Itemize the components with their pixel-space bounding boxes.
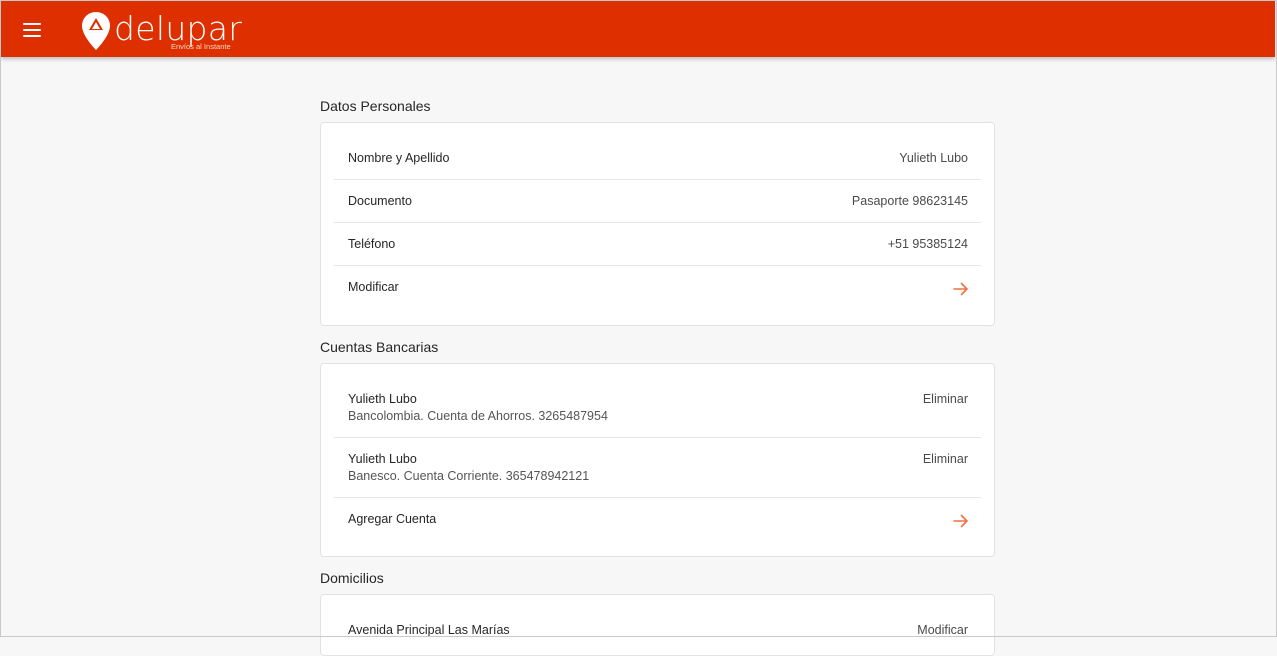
modify-address-button[interactable]: Modificar	[917, 623, 968, 637]
row-value: Yulieth Lubo	[899, 151, 968, 165]
personal-row-name: Nombre y Apellido Yulieth Lubo	[334, 137, 981, 180]
section-title-banks: Cuentas Bancarias	[320, 339, 439, 355]
address-row: Avenida Principal Las Marías Modificar	[334, 609, 981, 651]
top-app-bar: delupar Envíos al Instante	[1, 1, 1275, 57]
delete-account-button[interactable]: Eliminar	[923, 452, 968, 466]
row-label: Documento	[348, 194, 412, 208]
row-value: Pasaporte 98623145	[851, 194, 968, 208]
row-label: Teléfono	[348, 237, 396, 251]
arrow-right-icon[interactable]	[953, 281, 969, 297]
account-holder: Yulieth Lubo	[348, 452, 417, 466]
brand-tagline: Envíos al Instante	[171, 42, 231, 51]
personal-row-phone: Teléfono +51 95385124	[334, 223, 981, 266]
personal-row-document: Documento Pasaporte 98623145	[334, 180, 981, 223]
account-detail: Bancolombia. Cuenta de Ahorros. 32654879…	[348, 409, 608, 423]
account-holder: Yulieth Lubo	[348, 392, 417, 406]
modify-personal-button[interactable]: Modificar	[334, 266, 981, 310]
address-text: Avenida Principal Las Marías	[348, 623, 510, 637]
modify-personal-label[interactable]: Modificar	[348, 280, 399, 294]
addresses-card: Avenida Principal Las Marías Modificar	[320, 594, 995, 656]
add-account-label[interactable]: Agregar Cuenta	[348, 512, 436, 526]
hamburger-menu-icon[interactable]	[23, 23, 41, 37]
bank-account-row: Yulieth Lubo Banesco. Cuenta Corriente. …	[334, 438, 981, 498]
section-title-addresses: Domicilios	[320, 570, 384, 586]
section-title-personal: Datos Personales	[320, 98, 431, 114]
add-account-button[interactable]: Agregar Cuenta	[334, 498, 981, 542]
personal-data-card: Nombre y Apellido Yulieth Lubo Documento…	[320, 122, 995, 326]
bank-account-row: Yulieth Lubo Bancolombia. Cuenta de Ahor…	[334, 378, 981, 438]
account-detail: Banesco. Cuenta Corriente. 365478942121	[348, 469, 590, 483]
location-pin-icon	[82, 12, 110, 50]
row-label: Nombre y Apellido	[348, 151, 450, 165]
row-value: +51 95385124	[887, 237, 968, 251]
delupar-logo[interactable]: delupar Envíos al Instante	[81, 7, 251, 53]
bank-accounts-card: Yulieth Lubo Bancolombia. Cuenta de Ahor…	[320, 363, 995, 557]
delete-account-button[interactable]: Eliminar	[923, 392, 968, 406]
arrow-right-icon[interactable]	[953, 513, 969, 529]
